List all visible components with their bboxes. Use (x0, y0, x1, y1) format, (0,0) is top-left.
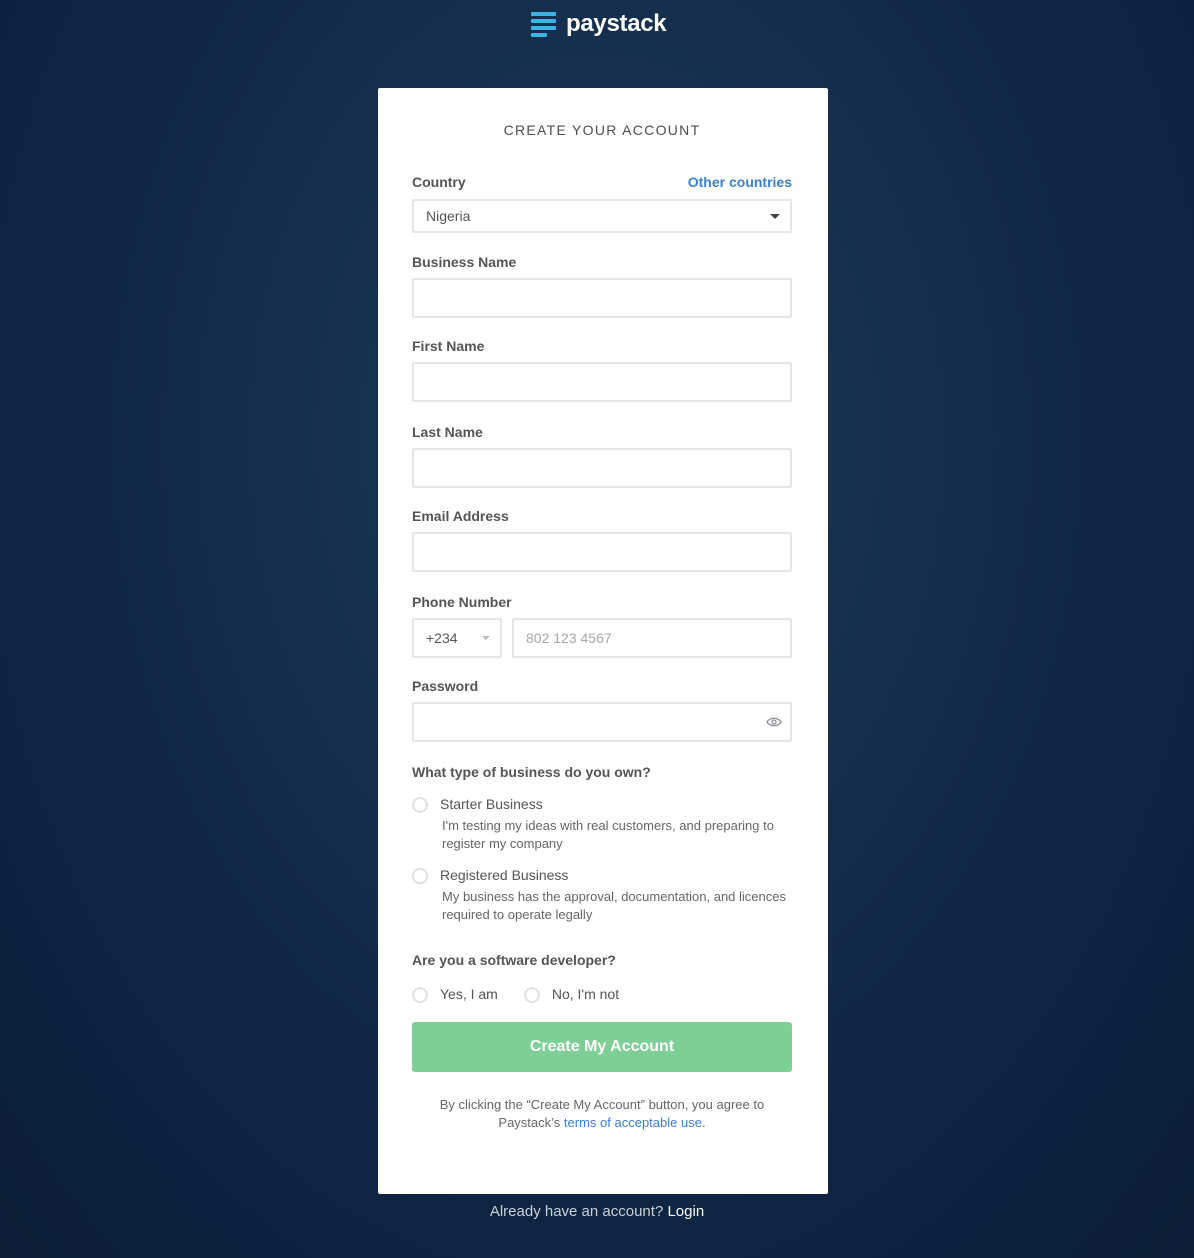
business-name-label: Business Name (412, 254, 517, 270)
first-name-field: First Name (412, 338, 792, 402)
chevron-down-icon (482, 636, 490, 640)
registered-business-description: My business has the approval, documentat… (442, 889, 786, 922)
last-name-input[interactable] (412, 448, 792, 488)
paystack-logo[interactable]: paystack (531, 10, 667, 38)
signup-card: CREATE YOUR ACCOUNT Country Other countr… (378, 88, 828, 1194)
password-field: Password (412, 678, 792, 742)
paystack-logo-icon (531, 11, 556, 37)
business-name-field: Business Name (412, 254, 792, 318)
last-name-label: Last Name (412, 424, 483, 440)
starter-business-option[interactable]: Starter Business I'm testing my ideas wi… (412, 796, 792, 853)
phone-input[interactable]: 802 123 4567 (512, 618, 792, 658)
business-type-question: What type of business do you own? (412, 764, 651, 780)
email-input[interactable] (412, 532, 792, 572)
country-value: Nigeria (426, 208, 471, 224)
country-select[interactable]: Nigeria (412, 199, 792, 233)
phone-placeholder: 802 123 4567 (526, 630, 612, 646)
starter-business-description: I'm testing my ideas with real customers… (442, 818, 774, 851)
brand-name: paystack (566, 10, 667, 37)
first-name-input[interactable] (412, 362, 792, 402)
developer-no-label: No, I'm not (551, 986, 620, 1002)
radio-developer-no[interactable] (523, 987, 540, 1003)
login-link[interactable]: Login (667, 1203, 704, 1220)
first-name-label: First Name (412, 338, 485, 354)
developer-question: Are you a software developer? (412, 952, 616, 968)
last-name-field: Last Name (412, 424, 792, 488)
country-code-select[interactable]: +234 (412, 618, 502, 658)
country-field: Country Other countries Nigeria (412, 174, 792, 233)
developer-group: Are you a software developer? Yes, I am … (412, 952, 792, 1003)
page-title: CREATE YOUR ACCOUNT (503, 122, 701, 138)
terms-notice: By clicking the “Create My Account” butt… (412, 1096, 792, 1132)
starter-business-label: Starter Business (440, 796, 543, 812)
eye-icon[interactable] (766, 715, 782, 731)
business-name-input[interactable] (412, 278, 792, 318)
registered-business-label: Registered Business (440, 867, 569, 883)
login-prompt-text: Already have an account? (489, 1203, 664, 1220)
email-field: Email Address (412, 508, 792, 572)
login-prompt: Already have an account? Login (0, 1203, 1194, 1220)
other-countries-link[interactable]: Other countries (688, 174, 792, 190)
phone-field: Phone Number +234 802 123 4567 (412, 594, 792, 658)
password-label: Password (412, 678, 479, 694)
radio-developer-yes[interactable] (412, 987, 428, 1003)
business-type-group: What type of business do you own? Starte… (412, 764, 792, 924)
create-account-button[interactable]: Create My Account (412, 1022, 792, 1072)
radio-registered-business[interactable] (412, 868, 428, 884)
password-input[interactable] (412, 702, 792, 742)
radio-starter-business[interactable] (412, 797, 428, 813)
registered-business-option[interactable]: Registered Business My business has the … (412, 867, 792, 924)
terms-link[interactable]: terms of acceptable use (564, 1115, 702, 1130)
developer-yes-option[interactable]: Yes, I am (412, 986, 498, 1003)
phone-label: Phone Number (412, 594, 512, 610)
terms-suffix: . (701, 1115, 706, 1130)
email-label: Email Address (412, 508, 509, 524)
country-code-value: +234 (426, 630, 458, 646)
developer-yes-label: Yes, I am (440, 986, 498, 1002)
developer-no-option[interactable]: No, I'm not (523, 986, 620, 1003)
country-label: Country (412, 174, 466, 190)
chevron-down-icon (770, 214, 780, 219)
